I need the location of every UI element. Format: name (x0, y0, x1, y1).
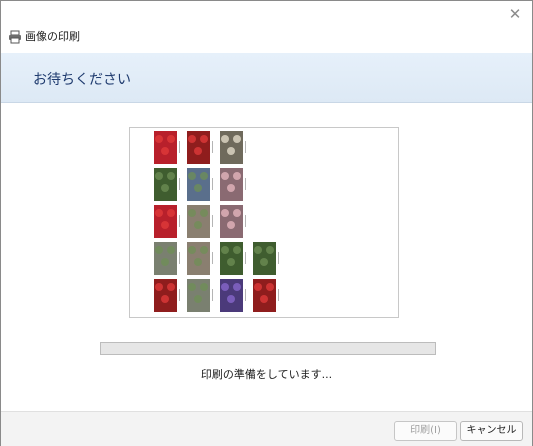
close-button[interactable]: ✕ (498, 1, 532, 27)
photo-thumbnail (220, 242, 246, 275)
photo-thumbnail (154, 279, 180, 312)
photo-thumbnail (253, 242, 279, 275)
title-bar: 画像の印刷 ✕ (1, 1, 532, 53)
print-pictures-dialog: 画像の印刷 ✕ お待ちください 印刷の準備をしています... 印刷(I) キャン… (0, 0, 533, 446)
print-preview (129, 127, 399, 318)
photo-thumbnail (220, 131, 246, 164)
photo-thumbnail (154, 205, 180, 238)
footer: 印刷(I) キャンセル (1, 411, 532, 446)
photo-thumbnail (220, 205, 246, 238)
photo-thumbnail (187, 131, 213, 164)
photo-thumbnail (154, 168, 180, 201)
photo-thumbnail (187, 279, 213, 312)
photo-thumbnail (154, 131, 180, 164)
photo-thumbnail (187, 242, 213, 275)
photo-thumbnail (220, 279, 246, 312)
photo-thumbnail (187, 168, 213, 201)
window-title: 画像の印刷 (25, 30, 80, 43)
print-button[interactable]: 印刷(I) (394, 421, 457, 441)
photo-thumbnail (253, 279, 279, 312)
photo-thumbnail (154, 242, 180, 275)
cancel-button[interactable]: キャンセル (460, 421, 523, 441)
progress-bar (100, 342, 436, 355)
thumbnail-grid (154, 131, 279, 312)
status-text: 印刷の準備をしています... (200, 368, 333, 381)
header-band: お待ちください (1, 53, 532, 103)
printer-icon (8, 30, 22, 44)
photo-thumbnail (187, 205, 213, 238)
photo-thumbnail (220, 168, 246, 201)
close-icon: ✕ (508, 5, 522, 23)
page-title: お待ちください (33, 72, 131, 88)
